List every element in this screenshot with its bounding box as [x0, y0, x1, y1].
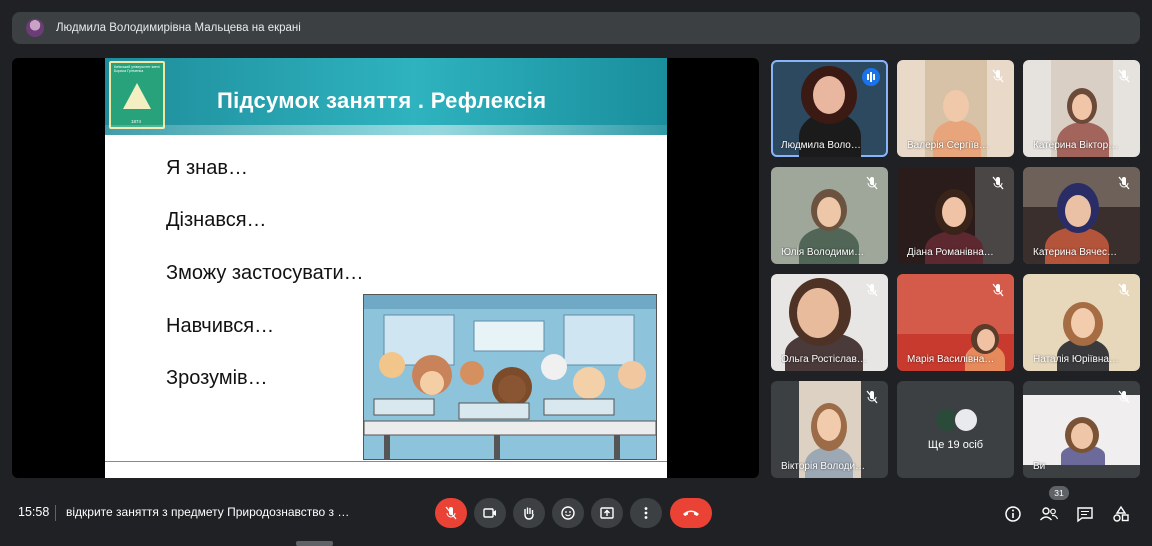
presenter-bar-title: Людмила Володимирівна Мальцева на екрані — [56, 22, 301, 34]
presentation-slide: Київський університет імені Бориса Грінч… — [105, 58, 667, 478]
more-options-button[interactable] — [630, 498, 662, 528]
mic-off-icon — [990, 282, 1006, 298]
end-call-icon — [683, 510, 699, 516]
participant-name: Вікторія Володи… — [781, 461, 866, 472]
participant-name: Катерина Віктор… — [1033, 140, 1119, 151]
info-button[interactable] — [1002, 503, 1024, 525]
mic-off-icon — [864, 389, 880, 405]
clock: 15:58 — [18, 505, 50, 519]
mic-off-icon — [1116, 68, 1132, 84]
mic-off-icon — [864, 282, 880, 298]
participant-name: Ви — [1033, 461, 1046, 472]
participant-tile[interactable]: Катерина Вячес… — [1023, 167, 1140, 264]
mic-off-icon — [990, 68, 1006, 84]
participant-tile[interactable]: Людмила Воло… — [771, 60, 888, 157]
emoji-button[interactable] — [552, 498, 584, 528]
participant-tile[interactable]: Катерина Віктор… — [1023, 60, 1140, 157]
slide-footer-line — [105, 461, 667, 462]
participant-tile[interactable]: Юлія Володими… — [771, 167, 888, 264]
mic-off-icon — [445, 506, 457, 520]
more-participants-tile[interactable]: Ще 19 осіб — [897, 381, 1014, 478]
presentation-stage[interactable]: Київський університет імені Бориса Грінч… — [12, 58, 759, 478]
participant-name: Діана Романівна… — [907, 247, 994, 258]
raise-hand-icon — [524, 507, 534, 520]
slide-line: Я знав… — [166, 157, 248, 179]
participant-tile[interactable]: Діана Романівна… — [897, 167, 1014, 264]
slide-header: Київський університет імені Бориса Грінч… — [105, 58, 667, 135]
bottom-control-bar: 15:58 відкрите заняття з предмету Природ… — [0, 486, 1152, 540]
slide-title: Підсумок заняття . Рефлексія — [217, 88, 547, 113]
present-screen-icon — [600, 507, 614, 519]
participant-tile[interactable]: Наталія Юріївна… — [1023, 274, 1140, 371]
participant-tile[interactable]: Валерія Сергіїв… — [897, 60, 1014, 157]
activities-button[interactable] — [1110, 503, 1132, 525]
people-count-badge: 31 — [1049, 486, 1069, 500]
presenter-bar: Людмила Володимирівна Мальцева на екрані — [12, 12, 1140, 44]
camera-toggle-button[interactable] — [474, 498, 506, 528]
info-icon — [1005, 506, 1021, 522]
meeting-title: відкрите заняття з предмету Природознавс… — [66, 505, 350, 519]
participant-name: Валерія Сергіїв… — [907, 140, 989, 151]
mic-off-icon — [1116, 389, 1132, 405]
classroom-cartoon-image — [363, 294, 657, 460]
activities-icon — [1113, 505, 1129, 522]
participant-name: Людмила Воло… — [781, 140, 861, 151]
more-participants-label: Ще 19 осіб — [927, 439, 984, 451]
participant-name: Катерина Вячес… — [1033, 247, 1117, 258]
logo-year: 1874 — [131, 119, 142, 124]
mic-off-icon — [990, 175, 1006, 191]
horizontal-scrollbar[interactable] — [296, 541, 333, 546]
chat-button[interactable] — [1074, 503, 1096, 525]
present-button[interactable] — [591, 498, 623, 528]
speaking-indicator-icon — [862, 68, 880, 86]
mic-off-icon — [864, 175, 880, 191]
slide-line: Зрозумів… — [166, 367, 268, 389]
emoji-icon — [561, 506, 575, 520]
participant-avatar — [953, 407, 979, 433]
participant-tile[interactable]: Вікторія Володи… — [771, 381, 888, 478]
presenter-avatar — [26, 19, 44, 37]
mic-off-icon — [1116, 282, 1132, 298]
self-tile[interactable]: Ви — [1023, 381, 1140, 478]
header-stripe — [105, 125, 667, 135]
camera-icon — [483, 508, 496, 518]
logo-text: Київський університет імені Бориса Грінч… — [114, 65, 160, 73]
university-logo: Київський університет імені Бориса Грінч… — [109, 61, 165, 129]
raise-hand-button[interactable] — [513, 498, 545, 528]
people-icon — [1039, 507, 1059, 521]
participant-name: Наталія Юріївна… — [1033, 354, 1119, 365]
chat-icon — [1077, 507, 1093, 523]
participant-tile[interactable]: Марія Василівна… — [897, 274, 1014, 371]
mic-off-icon — [1116, 175, 1132, 191]
divider — [55, 505, 56, 521]
slide-line: Зможу застосувати… — [166, 262, 364, 284]
end-call-button[interactable] — [670, 498, 712, 528]
participant-tile[interactable]: Ольга Ростіслав… — [771, 274, 888, 371]
more-vert-icon — [644, 507, 648, 519]
participant-name: Ольга Ростіслав… — [781, 354, 867, 365]
slide-line: Дізнався… — [166, 209, 267, 231]
logo-emblem — [123, 83, 151, 109]
people-button[interactable] — [1038, 503, 1060, 525]
participant-name: Юлія Володими… — [781, 247, 865, 258]
participant-name: Марія Василівна… — [907, 354, 995, 365]
slide-line: Навчився… — [166, 315, 275, 337]
mic-toggle-button[interactable] — [435, 498, 467, 528]
